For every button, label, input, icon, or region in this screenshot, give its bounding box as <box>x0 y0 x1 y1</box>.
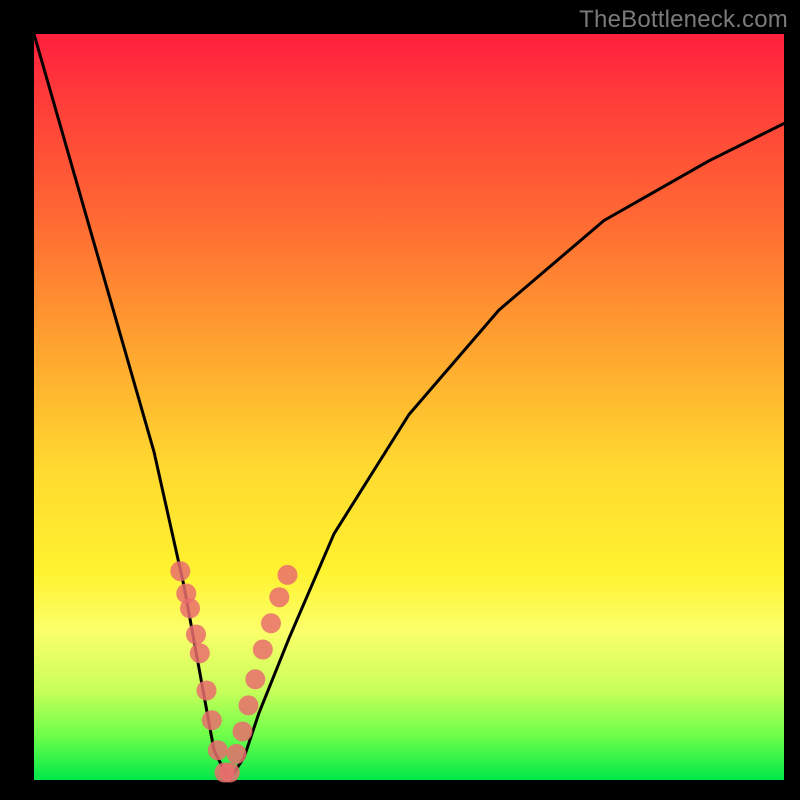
marker-point <box>227 744 247 764</box>
curve-layer <box>34 34 784 780</box>
marker-point <box>233 722 253 742</box>
marker-point <box>220 763 240 783</box>
marker-point <box>208 740 228 760</box>
marker-point <box>269 587 289 607</box>
marker-group <box>170 561 297 782</box>
marker-point <box>170 561 190 581</box>
curve-path <box>34 34 784 780</box>
marker-point <box>278 565 298 585</box>
marker-point <box>202 710 222 730</box>
bottleneck-curve <box>34 34 784 780</box>
marker-point <box>253 640 273 660</box>
chart-frame: TheBottleneck.com <box>0 0 800 800</box>
marker-point <box>186 625 206 645</box>
marker-point <box>239 695 259 715</box>
marker-point <box>180 598 200 618</box>
marker-point <box>245 669 265 689</box>
marker-point <box>261 613 281 633</box>
plot-area <box>34 34 784 780</box>
marker-point <box>197 681 217 701</box>
watermark-text: TheBottleneck.com <box>579 6 788 34</box>
marker-point <box>190 643 210 663</box>
